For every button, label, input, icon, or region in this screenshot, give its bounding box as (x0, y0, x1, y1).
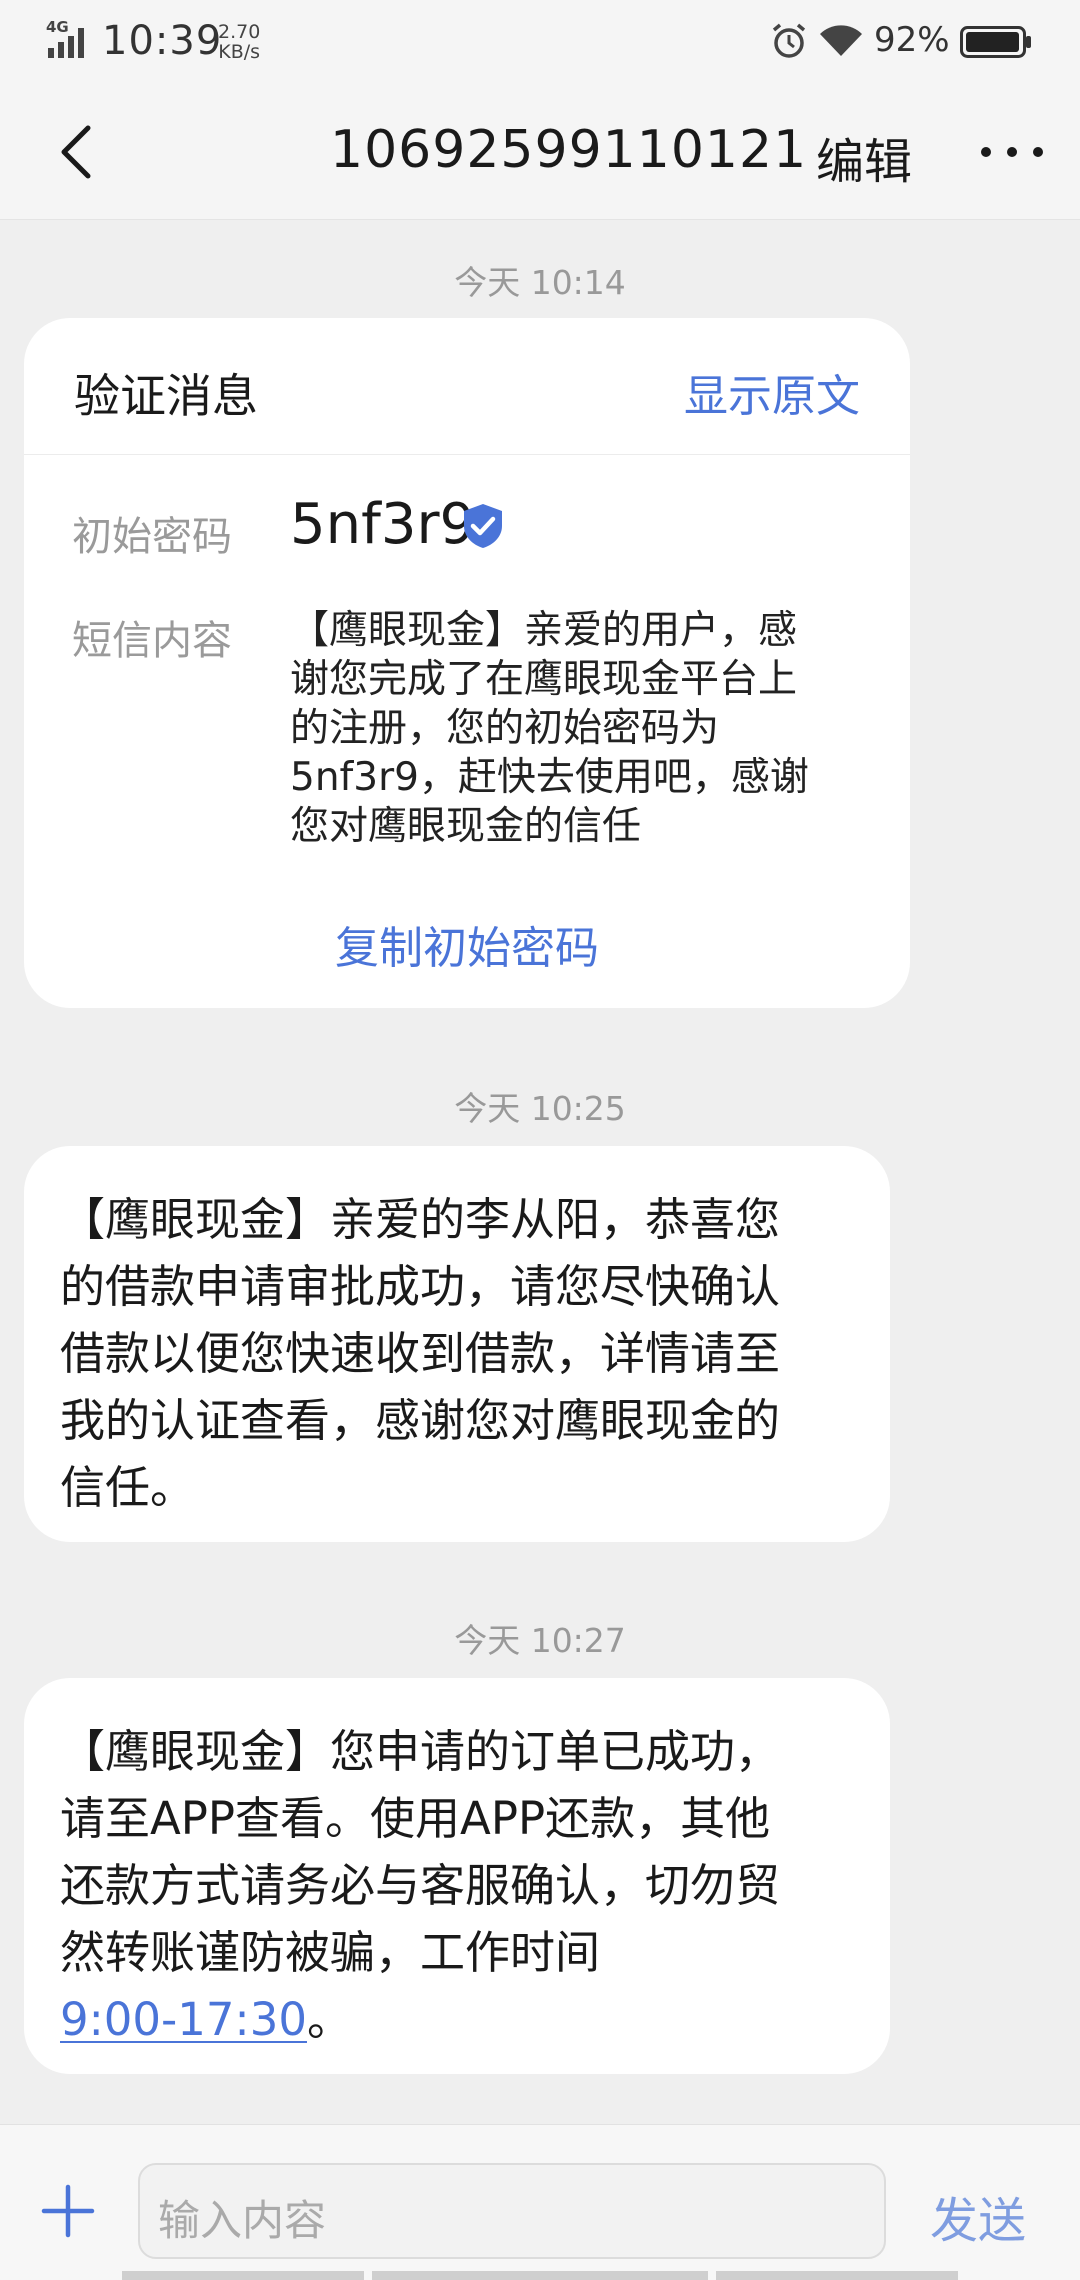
work-hours-link[interactable]: 9:00-17:30 (60, 1993, 307, 2046)
sms-line: 谢您完成了在鹰眼现金平台上 (290, 657, 798, 702)
edit-button[interactable]: 编辑 (816, 122, 912, 192)
message-input[interactable]: 输入内容 (138, 2163, 886, 2259)
signal-icon: 4G (46, 18, 84, 58)
sms-line: 您对鹰眼现金的信任 (290, 804, 642, 849)
code-label: 初始密码 (72, 514, 232, 560)
keyboard-hint-bar (122, 2271, 364, 2280)
sms-line: 【鹰眼现金】亲爱的用户，感 (290, 608, 798, 653)
sms-line: 的注册，您的初始密码为 (290, 706, 720, 751)
verified-shield-icon (464, 504, 502, 548)
network-speed: 2.70 KB/s (218, 22, 260, 62)
message-line: 【鹰眼现金】您申请的订单已成功， (60, 1725, 781, 1778)
card-heading: 验证消息 (74, 369, 258, 423)
plus-icon[interactable] (40, 2183, 96, 2239)
send-button[interactable]: 发送 (930, 2181, 1026, 2251)
back-icon[interactable] (50, 120, 110, 184)
message-line: 我的认证查看，感谢您对鹰眼现金的 (60, 1394, 781, 1447)
title-bar: 10692599110121 编辑 (0, 84, 1080, 220)
message-bubble[interactable]: 【鹰眼现金】亲爱的李从阳，恭喜您 的借款申请审批成功，请您尽快确认 借款以便您快… (24, 1146, 890, 1542)
message-line: 请至APP查看。使用APP还款，其他 (60, 1792, 771, 1845)
message-line: 然转账谨防被骗，工作时间 (60, 1926, 601, 1979)
card-divider (24, 454, 910, 455)
message-line: 【鹰眼现金】亲爱的李从阳，恭喜您 (60, 1193, 781, 1246)
alarm-icon (772, 23, 806, 58)
sms-line: 5nf3r9，赶快去使用吧，感谢 (290, 755, 809, 800)
more-icon[interactable] (978, 142, 1048, 162)
content-label: 短信内容 (72, 618, 232, 664)
message-line: 信任。 (60, 1461, 196, 1514)
wifi-icon (820, 25, 862, 56)
verification-code[interactable]: 5nf3r9 (290, 492, 475, 557)
message-timestamp: 今天 10:27 (454, 1621, 626, 1660)
message-timestamp: 今天 10:14 (454, 263, 626, 302)
clock: 10:39 (102, 18, 223, 64)
battery-icon (960, 26, 1031, 58)
copy-code-button[interactable]: 复制初始密码 (24, 912, 910, 976)
verification-card[interactable]: 验证消息 显示原文 初始密码 5nf3r9 短信内容 【鹰眼现金】亲爱的用户，感… (24, 318, 910, 1008)
message-end: 。 (306, 1993, 352, 2046)
input-placeholder: 输入内容 (158, 2196, 327, 2245)
speed-value: 2.70 (218, 21, 261, 43)
sms-content: 【鹰眼现金】亲爱的用户，感 谢您完成了在鹰眼现金平台上 的注册，您的初始密码为 … (290, 606, 872, 851)
message-line: 还款方式请务必与客服确认，切勿贸 (60, 1859, 781, 1912)
speed-unit: KB/s (218, 41, 261, 63)
battery-percent: 92% (874, 20, 950, 60)
status-bar: 4G 10:39 2.70 KB/s 92% (0, 0, 1080, 84)
message-timestamp: 今天 10:25 (454, 1089, 626, 1128)
message-line: 借款以便您快速收到借款，详情请至 (60, 1327, 781, 1380)
message-line: 的借款申请审批成功，请您尽快确认 (60, 1260, 781, 1313)
message-line: 9:00-17:30。 (60, 1986, 850, 2053)
show-original-button[interactable]: 显示原文 (684, 360, 860, 424)
keyboard-hint-bar (372, 2271, 708, 2280)
compose-bar: 输入内容 发送 (0, 2124, 1080, 2280)
message-bubble[interactable]: 【鹰眼现金】您申请的订单已成功， 请至APP查看。使用APP还款，其他 还款方式… (24, 1678, 890, 2074)
network-type: 4G (46, 18, 69, 36)
conversation-title: 10692599110121 (330, 120, 808, 180)
keyboard-hint-bar (716, 2271, 958, 2280)
